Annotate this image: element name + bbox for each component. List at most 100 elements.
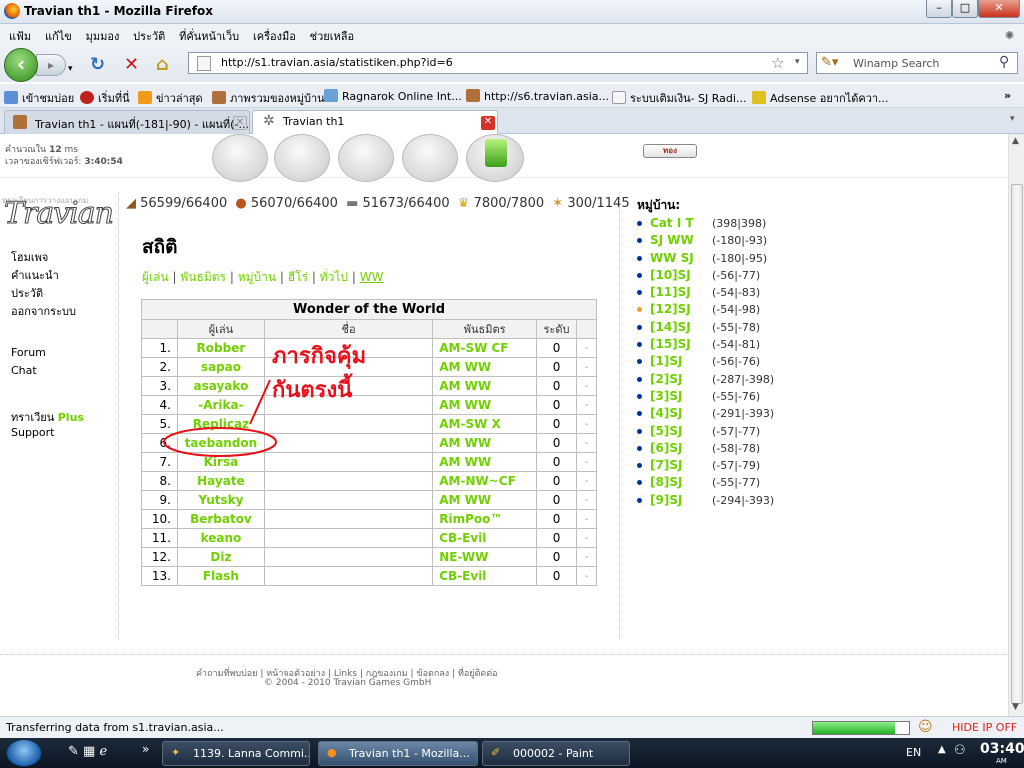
menu-history[interactable]: ประวัติ	[128, 24, 170, 48]
close-tab-icon[interactable]: ✕	[233, 116, 247, 130]
village-item[interactable]: [15]SJ (-54|-81)	[636, 336, 806, 353]
search-input[interactable]: Winamp Search	[853, 57, 939, 70]
village-item[interactable]: SJ WW (-180|-93)	[636, 232, 806, 249]
alliance-link[interactable]: AM WW	[432, 395, 538, 415]
tab-villages[interactable]: หมู่บ้าน	[238, 270, 276, 284]
village-name[interactable]: [11]SJ	[650, 284, 712, 301]
footer-faq[interactable]: คำถามที่พบบ่อย	[196, 669, 257, 679]
language-indicator[interactable]: EN	[906, 746, 921, 759]
bookmark-adsense[interactable]: Adsense อยากได้ควา...	[752, 89, 889, 107]
close-tab-icon[interactable]: ✕	[481, 116, 495, 130]
tab-travian-map[interactable]: Travian th1 - แผนที่(-181|-90) - แผนที่(…	[4, 110, 250, 134]
tray-expand-icon[interactable]: ▲	[938, 744, 946, 755]
minimize-button[interactable]: –	[926, 0, 952, 18]
village-name[interactable]: [12]SJ	[650, 301, 712, 318]
player-link[interactable]: Robber	[176, 338, 265, 358]
village-item[interactable]: [14]SJ (-55|-78)	[636, 319, 806, 336]
menu-file[interactable]: แฟ้ม	[4, 24, 36, 48]
sidebar-plus[interactable]: ทราเวียน Plus	[11, 408, 84, 426]
alliance-link[interactable]: AM-SW X	[432, 414, 538, 434]
village-name[interactable]: [9]SJ	[650, 492, 712, 509]
player-link[interactable]: Diz	[176, 547, 265, 567]
alliance-link[interactable]: AM WW	[432, 433, 538, 453]
bookmark-topup[interactable]: ระบบเติมเงิน- SJ Radi...	[612, 89, 746, 107]
page-scrollbar[interactable]: ▲ ▼	[1008, 134, 1024, 716]
alliance-link[interactable]: AM-SW CF	[432, 338, 538, 358]
menu-view[interactable]: มุมมอง	[81, 24, 125, 48]
player-link[interactable]: Yutsky	[176, 490, 265, 510]
menu-tools[interactable]: เครื่องมือ	[248, 24, 301, 48]
url-bar[interactable]: http://s1.travian.asia/statistiken.php?i…	[188, 52, 808, 74]
village-item[interactable]: [4]SJ (-291|-393)	[636, 405, 806, 422]
gold-button[interactable]: ทอง	[643, 144, 697, 158]
clock-time[interactable]: 03:40	[980, 741, 1024, 757]
tab-general[interactable]: ทั่วไป	[320, 270, 348, 284]
alliance-link[interactable]: AM-NW~CF	[432, 471, 538, 491]
alliance-link[interactable]: AM WW	[432, 376, 538, 396]
sidebar-forum[interactable]: Forum	[11, 346, 46, 359]
village-item[interactable]: [9]SJ (-294|-393)	[636, 492, 806, 509]
village-name[interactable]: [10]SJ	[650, 267, 712, 284]
alliance-link[interactable]: AM WW	[432, 357, 538, 377]
village-name[interactable]: [8]SJ	[650, 474, 712, 491]
village-name[interactable]: [1]SJ	[650, 353, 712, 370]
bookmark-ragnarok[interactable]: Ragnarok Online Int...	[324, 89, 462, 103]
reload-icon[interactable]: ↻	[90, 56, 105, 74]
alliance-link[interactable]: AM WW	[432, 452, 538, 472]
sidebar-logout[interactable]: ออกจากระบบ	[11, 302, 76, 320]
player-link[interactable]: Hayate	[176, 471, 265, 491]
village-name[interactable]: [14]SJ	[650, 319, 712, 336]
bookmark-village-overview[interactable]: ภาพรวมของหมู่บ้าน	[212, 89, 325, 107]
village-name[interactable]: [5]SJ	[650, 423, 712, 440]
village-item[interactable]: [7]SJ (-57|-79)	[636, 457, 806, 474]
village-overview-nav-icon[interactable]	[212, 134, 268, 182]
village-item[interactable]: WW SJ (-180|-95)	[636, 250, 806, 267]
smiley-icon[interactable]: ☺	[918, 719, 933, 735]
tab-ww[interactable]: WW	[360, 270, 384, 284]
village-item[interactable]: [5]SJ (-57|-77)	[636, 423, 806, 440]
history-dropdown-icon[interactable]: ▾	[68, 60, 73, 78]
alliance-link[interactable]: NE-WW	[432, 547, 538, 567]
bookmark-start[interactable]: เริ่มที่นี่	[80, 89, 130, 107]
alliance-link[interactable]: AM WW	[432, 490, 538, 510]
task-firefox[interactable]: ● Travian th1 - Mozilla...	[318, 741, 478, 766]
village-item[interactable]: Cat I T (398|398)	[636, 215, 806, 232]
search-engine-icon[interactable]: ✎▾	[821, 55, 838, 70]
village-item[interactable]: [12]SJ (-54|-98)	[636, 301, 806, 318]
statistics-nav-icon[interactable]	[402, 134, 458, 182]
village-name[interactable]: WW SJ	[650, 250, 712, 267]
menu-bookmarks[interactable]: ที่คั่นหน้าเว็บ	[174, 24, 244, 48]
forward-button[interactable]: ▸	[36, 54, 66, 76]
village-name[interactable]: [15]SJ	[650, 336, 712, 353]
village-name[interactable]: [4]SJ	[650, 405, 712, 422]
start-button[interactable]	[6, 739, 42, 767]
back-button[interactable]: ‹	[4, 48, 38, 82]
tab-list-icon[interactable]: ▾	[1010, 114, 1015, 124]
url-dropdown-icon[interactable]: ▾	[795, 57, 800, 67]
sidebar-home[interactable]: โฮมเพจ	[11, 248, 48, 266]
task-paint[interactable]: ✐ 000002 - Paint	[482, 741, 630, 766]
village-name[interactable]: Cat I T	[650, 215, 712, 232]
quicklaunch-overflow-icon[interactable]: »	[142, 742, 149, 756]
village-name[interactable]: SJ WW	[650, 232, 712, 249]
player-link[interactable]: Berbatov	[176, 509, 265, 529]
sidebar-support[interactable]: Support	[11, 426, 54, 439]
scroll-thumb[interactable]	[1011, 184, 1023, 704]
sidebar-chat[interactable]: Chat	[11, 364, 37, 377]
home-icon[interactable]: ⌂	[156, 56, 169, 74]
scroll-up-icon[interactable]: ▲	[1012, 136, 1019, 146]
scroll-down-icon[interactable]: ▼	[1012, 702, 1019, 712]
url-text[interactable]: http://s1.travian.asia/statistiken.php?i…	[221, 56, 453, 69]
bookmark-s6-travian[interactable]: http://s6.travian.asia...	[466, 89, 609, 103]
stop-icon[interactable]: ✕	[124, 56, 139, 74]
quicklaunch-icons[interactable]: ✎ ▦ ℯ	[68, 744, 107, 759]
tab-alliances[interactable]: พันธมิตร	[180, 270, 226, 284]
alliance-link[interactable]: RimPoo™	[432, 509, 538, 529]
alliance-link[interactable]: CB-Evil	[432, 528, 538, 548]
hide-ip-status[interactable]: HIDE IP OFF	[952, 721, 1017, 734]
village-item[interactable]: [2]SJ (-287|-398)	[636, 371, 806, 388]
close-window-button[interactable]: ✕	[978, 0, 1020, 18]
bookmark-news[interactable]: ข่าวล่าสุด	[138, 89, 203, 107]
map-nav-icon[interactable]	[338, 134, 394, 182]
sidebar-instructions[interactable]: คำแนะนำ	[11, 266, 59, 284]
